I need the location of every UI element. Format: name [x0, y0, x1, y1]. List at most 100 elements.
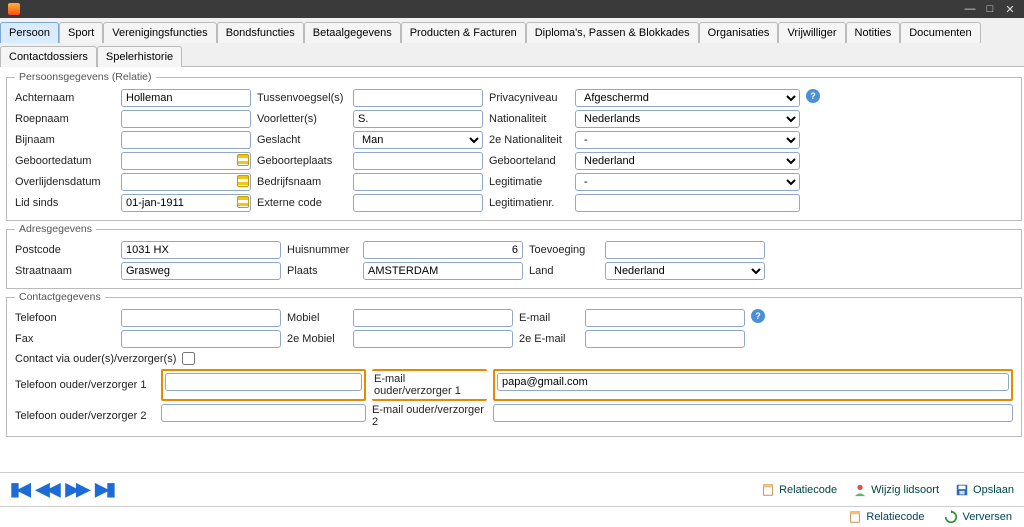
input-bijnaam[interactable] — [121, 131, 251, 149]
wijzig-label: Wijzig lidsoort — [871, 484, 939, 496]
lbl-tussenvoegsels: Tussenvoegsel(s) — [257, 89, 347, 107]
contact-fieldset: Contactgegevens Telefoon Mobiel E-mail ?… — [6, 291, 1022, 437]
persoon-legend: Persoonsgegevens (Relatie) — [15, 71, 156, 83]
input-plaats[interactable] — [363, 262, 523, 280]
lbl-toevoeging: Toevoeging — [529, 241, 599, 259]
tab-spelerhistorie[interactable]: Spelerhistorie — [97, 46, 182, 67]
select-geslacht[interactable]: Man — [353, 131, 483, 149]
tab-producten-facturen[interactable]: Producten & Facturen — [401, 22, 526, 43]
input-externecode[interactable] — [353, 194, 483, 212]
lbl-straatnaam: Straatnaam — [15, 262, 115, 280]
tab-betaalgegevens[interactable]: Betaalgegevens — [304, 22, 401, 43]
adres-fieldset: Adresgegevens Postcode Huisnummer Toevoe… — [6, 223, 1022, 289]
tab-organisaties[interactable]: Organisaties — [699, 22, 779, 43]
status-verversen-label: Verversen — [962, 511, 1012, 523]
input-geboortedatum[interactable] — [121, 152, 251, 170]
nav-first-button[interactable]: ▮◀ — [10, 479, 28, 500]
input-email2[interactable] — [585, 330, 745, 348]
lbl-email: E-mail — [519, 309, 579, 327]
lbl-mobiel2: 2e Mobiel — [287, 330, 347, 348]
lbl-nationaliteit: Nationaliteit — [489, 110, 569, 128]
lbl-achternaam: Achternaam — [15, 89, 115, 107]
title-bar: — □ ✕ — [0, 0, 1024, 18]
lbl-postcode: Postcode — [15, 241, 115, 259]
input-lidsinds[interactable] — [121, 194, 251, 212]
status-relatiecode[interactable]: Relatiecode — [848, 510, 924, 524]
status-verversen[interactable]: Verversen — [944, 510, 1012, 524]
help-icon[interactable]: ? — [751, 309, 765, 323]
tab-documenten[interactable]: Documenten — [900, 22, 980, 43]
lbl-overlijdensdatum: Overlijdensdatum — [15, 173, 115, 191]
lbl-legitimatie: Legitimatie — [489, 173, 569, 191]
lbl-fax: Fax — [15, 330, 115, 348]
select-nat2[interactable]: - — [575, 131, 800, 149]
status-relatiecode-label: Relatiecode — [866, 511, 924, 523]
lbl-privacyniveau: Privacyniveau — [489, 89, 569, 107]
lbl-telouder1: Telefoon ouder/verzorger 1 — [15, 369, 155, 401]
tab-sport[interactable]: Sport — [59, 22, 103, 43]
input-geboorteplaats[interactable] — [353, 152, 483, 170]
wijzig-lidsoort-button[interactable]: Wijzig lidsoort — [853, 483, 939, 497]
tab-strip: Persoon Sport Verenigingsfuncties Bondsf… — [0, 18, 1024, 67]
input-mobiel2[interactable] — [353, 330, 513, 348]
nav-last-button[interactable]: ▶▮ — [95, 479, 113, 500]
lbl-bijnaam: Bijnaam — [15, 131, 115, 149]
input-fax[interactable] — [121, 330, 281, 348]
input-huisnummer[interactable] — [363, 241, 523, 259]
select-land[interactable]: Nederland — [605, 262, 765, 280]
input-toevoeging[interactable] — [605, 241, 765, 259]
tab-contactdossiers[interactable]: Contactdossiers — [0, 46, 97, 67]
nav-next-button[interactable]: ▶▶ — [65, 479, 87, 500]
tab-notities[interactable]: Notities — [846, 22, 901, 43]
input-legitimatienr[interactable] — [575, 194, 800, 212]
lbl-land: Land — [529, 262, 599, 280]
minimize-button[interactable]: — — [960, 3, 980, 15]
input-bedrijfsnaam[interactable] — [353, 173, 483, 191]
contact-legend: Contactgegevens — [15, 291, 105, 303]
input-telefoon[interactable] — [121, 309, 281, 327]
select-geboorteland[interactable]: Nederland — [575, 152, 800, 170]
lbl-telouder2: Telefoon ouder/verzorger 2 — [15, 404, 155, 428]
tab-bondsfuncties[interactable]: Bondsfuncties — [217, 22, 304, 43]
checkbox-contactvia[interactable] — [182, 352, 195, 365]
opslaan-button[interactable]: Opslaan — [955, 483, 1014, 497]
lbl-lidsinds: Lid sinds — [15, 194, 115, 212]
lbl-telefoon: Telefoon — [15, 309, 115, 327]
input-voorletters[interactable] — [353, 110, 483, 128]
opslaan-label: Opslaan — [973, 484, 1014, 496]
lbl-contactvia: Contact via ouder(s)/verzorger(s) — [15, 353, 176, 365]
lbl-emailouder2: E-mail ouder/verzorger 2 — [372, 404, 487, 428]
tab-persoon[interactable]: Persoon — [0, 22, 59, 43]
tab-verenigingsfuncties[interactable]: Verenigingsfuncties — [103, 22, 216, 43]
tab-vrijwilliger[interactable]: Vrijwilliger — [778, 22, 845, 43]
input-emailouder2[interactable] — [493, 404, 1013, 422]
input-straatnaam[interactable] — [121, 262, 281, 280]
refresh-icon — [944, 510, 958, 524]
input-tussenvoegsels[interactable] — [353, 89, 483, 107]
lbl-emailouder1: E-mail ouder/verzorger 1 — [372, 369, 487, 401]
input-postcode[interactable] — [121, 241, 281, 259]
lbl-geslacht: Geslacht — [257, 131, 347, 149]
input-roepnaam[interactable] — [121, 110, 251, 128]
document-icon — [761, 483, 775, 497]
help-icon[interactable]: ? — [806, 89, 820, 103]
lbl-roepnaam: Roepnaam — [15, 110, 115, 128]
status-bar: Relatiecode Verversen — [0, 506, 1024, 527]
input-mobiel[interactable] — [353, 309, 513, 327]
input-telouder2[interactable] — [161, 404, 366, 422]
select-legitimatie[interactable]: - — [575, 173, 800, 191]
input-email[interactable] — [585, 309, 745, 327]
select-nationaliteit[interactable]: Nederlands — [575, 110, 800, 128]
lbl-legitimatienr: Legitimatienr. — [489, 194, 569, 212]
nav-prev-button[interactable]: ◀◀ — [36, 479, 58, 500]
input-telouder1[interactable] — [165, 373, 362, 391]
relatiecode-button[interactable]: Relatiecode — [761, 483, 837, 497]
close-button[interactable]: ✕ — [1000, 3, 1020, 16]
maximize-button[interactable]: □ — [980, 3, 1000, 15]
lbl-nat2: 2e Nationaliteit — [489, 131, 569, 149]
input-emailouder1[interactable] — [497, 373, 1009, 391]
tab-diplomas[interactable]: Diploma's, Passen & Blokkades — [526, 22, 699, 43]
input-overlijdensdatum[interactable] — [121, 173, 251, 191]
input-achternaam[interactable] — [121, 89, 251, 107]
select-privacyniveau[interactable]: Afgeschermd — [575, 89, 800, 107]
